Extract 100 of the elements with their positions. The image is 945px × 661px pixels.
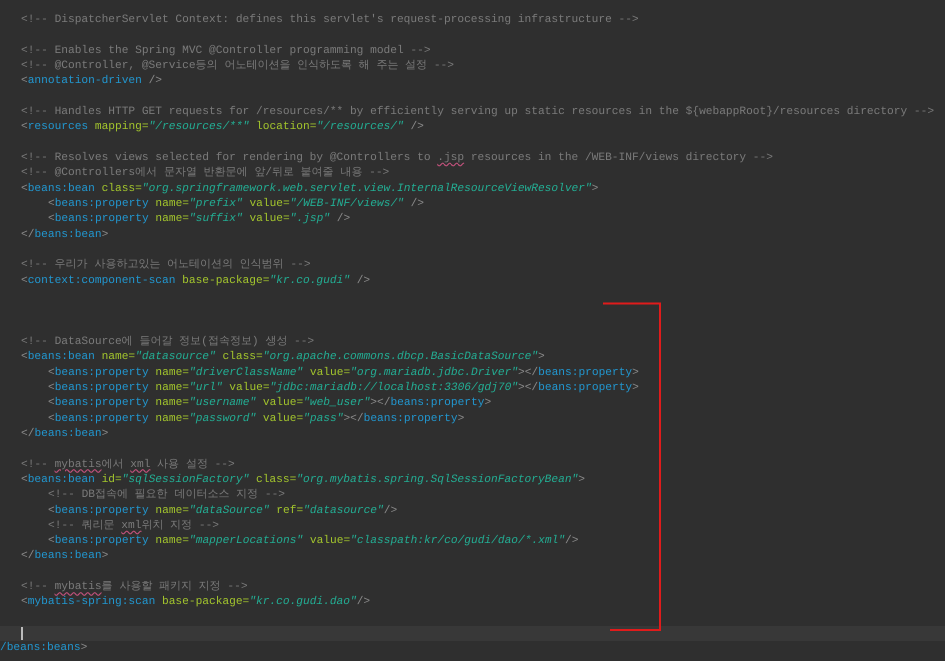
tag-name: beans:property	[54, 396, 149, 412]
tag-name: beans:property	[54, 412, 149, 427]
attribute-name: mapping=	[94, 120, 149, 136]
attribute-name: base-package=	[181, 274, 270, 289]
attribute-name: name=	[154, 396, 190, 412]
code-punctuation: <	[48, 396, 55, 412]
code-comment: <!--	[21, 458, 49, 473]
code-punctuation: <	[21, 595, 28, 610]
code-punctuation: <	[48, 412, 55, 427]
code-punctuation: <	[21, 120, 28, 136]
attribute-name: value=	[308, 534, 350, 550]
attribute-value: "org.springframework.web.servlet.view.InternalResourceViewResolver"	[142, 182, 592, 197]
attribute-name: name=	[154, 196, 190, 212]
code-punctuation: />	[356, 595, 370, 610]
attribute-name: name=	[154, 534, 190, 550]
code-punctuation: <	[21, 182, 28, 197]
attribute-name: class=	[100, 182, 142, 197]
code-punctuation: </	[21, 228, 34, 243]
code-punctuation: <	[48, 196, 55, 212]
code-punctuation: <	[48, 366, 55, 381]
attribute-name: name=	[100, 350, 136, 366]
code-punctuation: <	[48, 212, 55, 228]
attribute-value: "org.mariadb.jdbc.Driver"	[350, 366, 518, 381]
attribute-name: value=	[228, 380, 270, 396]
attribute-name: name=	[154, 412, 190, 427]
attribute-name: name=	[154, 504, 190, 518]
code-punctuation: >	[458, 412, 464, 427]
code-punctuation: <	[21, 74, 28, 90]
code-punctuation: <	[48, 534, 55, 550]
tag-name: beans:property	[54, 196, 149, 212]
attribute-name: name=	[154, 380, 190, 396]
attribute-name: base-package=	[160, 595, 250, 610]
code-comment: <!-- DispatcherServlet Context: defines this servlet's request-processing infrastructure -->	[21, 13, 639, 28]
code-punctuation: </	[21, 549, 34, 564]
code-comment: <!-- @Controllers에서 문자열 반환문에 앞/뒤로 붙여줄 내용 -->	[21, 166, 390, 182]
attribute-value: "/resources/**"	[148, 120, 250, 136]
attribute-name: class=	[221, 350, 263, 366]
attribute-name: id=	[100, 472, 122, 488]
code-punctuation: </	[21, 426, 34, 442]
tag-name: /beans:beans	[0, 641, 81, 656]
code-punctuation: >	[632, 366, 639, 381]
attribute-name: value=	[248, 196, 290, 212]
attribute-value: ".jsp"	[290, 212, 330, 228]
code-comment: <!-- Enables the Spring MVC @Controller programming model -->	[21, 44, 431, 59]
attribute-value: "/resources/"	[316, 120, 404, 136]
flagged-word: xml	[130, 458, 150, 473]
code-punctuation: >	[102, 426, 108, 442]
attribute-name: name=	[154, 212, 190, 228]
tag-name: beans:bean	[28, 472, 95, 488]
attribute-value: "dataSource"	[189, 504, 270, 518]
tag-name: beans:property	[54, 504, 149, 518]
tag-name: beans:property	[538, 380, 632, 396]
flagged-word: mybatis	[54, 580, 102, 596]
attribute-value: "url"	[189, 380, 223, 396]
attribute-value: "mapperLocations"	[189, 534, 304, 550]
tag-name: beans:bean	[34, 426, 102, 442]
attribute-name: ref=	[275, 504, 304, 518]
code-punctuation: />	[356, 274, 370, 289]
flagged-word: .jsp	[437, 150, 464, 166]
attribute-value: "org.mybatis.spring.SqlSessionFactoryBean"	[296, 472, 578, 488]
attribute-name: value=	[262, 396, 304, 412]
code-punctuation: />	[410, 196, 424, 212]
tag-name: resources	[28, 120, 88, 136]
code-punctuation: ></	[518, 380, 538, 396]
tag-name: beans:bean	[34, 228, 102, 243]
tag-name: beans:property	[54, 366, 149, 381]
code-punctuation: >	[102, 549, 108, 564]
code-comment: <!-- 우리가 사용하고있는 어노테이션의 인식범위 -->	[21, 258, 311, 274]
attribute-value: "datasource"	[303, 504, 384, 518]
code-comment: <!--	[21, 580, 49, 596]
tag-name: beans:property	[390, 396, 484, 412]
code-comment: 위치 지정 -->	[141, 518, 220, 534]
code-comment: <!-- DataSource에 들어갈 정보(접속정보) 생성 -->	[21, 334, 314, 350]
flagged-word: xml	[121, 518, 142, 534]
code-punctuation: />	[409, 120, 424, 136]
code-punctuation: />	[336, 212, 350, 228]
attribute-value: "prefix"	[189, 196, 243, 212]
code-punctuation: />	[384, 504, 398, 518]
attribute-value: "/WEB-INF/views/"	[290, 196, 404, 212]
tag-name: beans:property	[364, 412, 458, 427]
attribute-value: "sqlSessionFactory"	[122, 472, 250, 488]
attribute-name: class=	[254, 472, 296, 488]
code-punctuation: <	[21, 472, 28, 488]
text-cursor	[21, 627, 23, 640]
code-punctuation: <	[21, 274, 28, 289]
attribute-value: "kr.co.gudi"	[269, 274, 350, 289]
tag-name: mybatis-spring:scan	[28, 595, 156, 610]
code-punctuation: />	[148, 74, 162, 90]
code-comment: <!-- 쿼리문	[48, 518, 116, 534]
code-punctuation: />	[565, 534, 578, 550]
code-punctuation: >	[484, 396, 492, 412]
attribute-value: "suffix"	[189, 212, 243, 228]
attribute-value: "driverClassName"	[189, 366, 304, 381]
code-punctuation: ></	[370, 396, 390, 412]
attribute-name: name=	[154, 366, 190, 381]
tag-name: beans:property	[54, 534, 149, 550]
code-comment: 를 사용할 패키지 지정 -->	[102, 580, 248, 596]
attribute-value: "web_user"	[303, 396, 370, 412]
code-punctuation: >	[80, 641, 88, 656]
code-comment: 에서	[102, 458, 125, 473]
